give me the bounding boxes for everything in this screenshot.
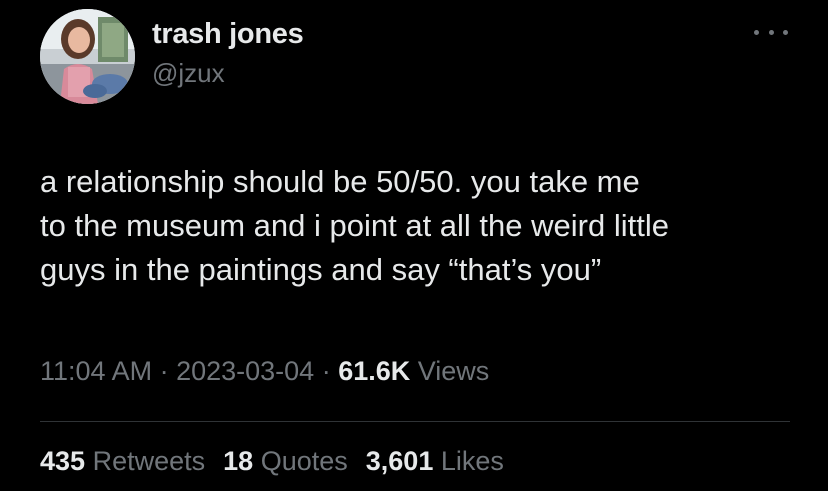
views-label: Views [410, 356, 490, 386]
more-horizontal-icon[interactable] [754, 22, 788, 42]
avatar[interactable] [40, 9, 135, 104]
likes-stat[interactable]: 3,601 Likes [366, 446, 504, 477]
more-dot [783, 29, 788, 35]
divider [40, 421, 790, 422]
likes-label: Likes [440, 446, 504, 476]
quotes-label: Quotes [260, 446, 348, 476]
meta-separator: · [152, 356, 177, 386]
retweets-label: Retweets [92, 446, 206, 476]
views-count: 61.6K [338, 356, 411, 386]
tweet-meta: 11:04 AM · 2023-03-04 · 61.6K Views [40, 356, 489, 387]
more-dot [754, 29, 759, 35]
retweets-stat[interactable]: 435 Retweets [40, 446, 205, 477]
tweet-date[interactable]: 2023-03-04 [176, 356, 314, 386]
meta-separator: · [314, 356, 339, 386]
retweets-count: 435 [40, 446, 86, 476]
more-dot [768, 29, 774, 35]
quotes-count: 18 [223, 446, 254, 476]
likes-count: 3,601 [365, 446, 434, 476]
engagement-stats: 435 Retweets 18 Quotes 3,601 Likes [40, 446, 504, 477]
profile-photo-icon [40, 9, 135, 104]
author-handle[interactable]: @jzux [152, 58, 225, 89]
quotes-stat[interactable]: 18 Quotes [223, 446, 348, 477]
tweet-card: trash jones @jzux a relationship should … [0, 0, 828, 491]
tweet-text: a relationship should be 50/50. you take… [40, 164, 669, 287]
tweet-time[interactable]: 11:04 AM [40, 356, 152, 386]
author-name[interactable]: trash jones [152, 18, 304, 51]
